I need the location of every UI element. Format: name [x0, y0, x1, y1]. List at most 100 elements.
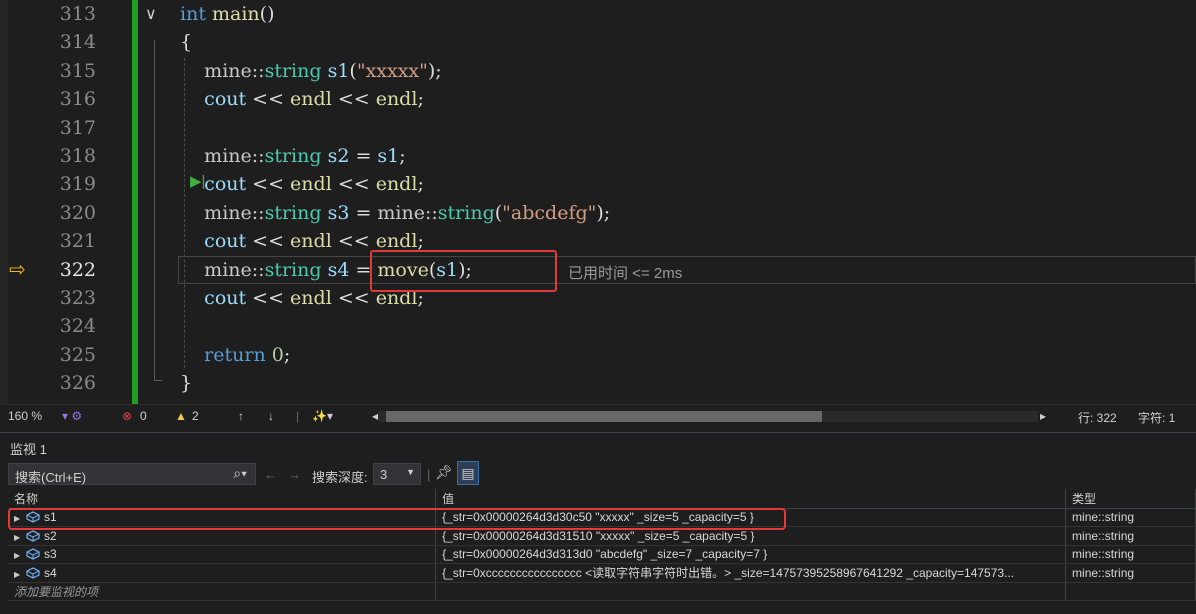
code-token: mine:: [377, 201, 438, 224]
separator: | [427, 467, 431, 482]
line-number[interactable]: 325 [40, 341, 96, 369]
code-text[interactable]: { [180, 28, 192, 56]
next-issue-icon[interactable]: ↓ [268, 409, 274, 423]
code-text[interactable]: mine::string s3 = mine::string("abcdefg"… [180, 199, 610, 227]
line-number[interactable]: 315 [40, 57, 96, 85]
search-depth-label: 搜索深度: [312, 470, 368, 485]
code-line[interactable]: 315 mine::string s1("xxxxx"); [0, 57, 1196, 85]
line-number[interactable]: 322 [40, 256, 96, 284]
watch-value-cell[interactable]: {_str=0xcccccccccccccccc <读取字符串字符时出错。> _… [435, 563, 1067, 583]
code-line[interactable]: 320 mine::string s3 = mine::string("abcd… [0, 199, 1196, 227]
forward-arrow-icon[interactable]: → [288, 467, 301, 482]
prev-issue-icon[interactable]: ↑ [238, 409, 244, 423]
panel-title[interactable]: 监视 1 [10, 439, 47, 458]
watch-name-cell[interactable]: ▶ s3 [8, 545, 437, 564]
zoom-dropdown-icon[interactable]: ▾ ⚙ [62, 409, 82, 423]
code-line[interactable]: 324 [0, 312, 1196, 340]
code-token: string [264, 201, 322, 224]
code-text[interactable]: mine::string s2 = s1; [180, 142, 405, 170]
line-number[interactable]: 317 [40, 114, 96, 142]
add-watch-row[interactable]: 添加要监视的项 [8, 582, 1196, 601]
code-line[interactable]: 313 int main() [0, 0, 1196, 28]
code-editor[interactable]: ∨ ⇨ ▶| 313 int main() 314{315 mine::string… [0, 0, 1196, 404]
search-depth-select[interactable]: 3 ▼ [373, 463, 421, 485]
perf-tip[interactable]: 已用时间 <= 2ms [568, 262, 682, 283]
line-number[interactable]: 320 [40, 199, 96, 227]
back-arrow-icon[interactable]: ← [264, 467, 277, 482]
table-row[interactable]: ▶ s3 {_str=0x00000264d3d313d0 "abcdefg" _s… [8, 545, 1196, 564]
watch-panel: 监视 1 搜索(Ctrl+E) ⌕▾ ← → 搜索深度: 3 ▼ | 📌︎ ▤ … [0, 432, 1196, 614]
code-token: endl [375, 88, 418, 111]
row-annotation-box [8, 508, 786, 530]
view-format-icon[interactable]: ▤ [457, 461, 479, 485]
code-token: << [331, 287, 376, 309]
line-indicator[interactable]: 行: 322 [1078, 409, 1117, 426]
line-number[interactable]: 321 [40, 227, 96, 255]
horizontal-scrollbar-thumb[interactable] [386, 411, 822, 422]
watch-name-cell[interactable]: ▶ s4 [8, 563, 437, 583]
code-text[interactable]: int main() [180, 0, 275, 28]
code-line[interactable]: 317 [0, 114, 1196, 142]
code-token: ; [283, 343, 291, 366]
zoom-level[interactable]: 160 % [8, 409, 42, 423]
code-text[interactable]: cout << endl << endl; [180, 85, 424, 113]
cleanup-icon[interactable]: ✨▾ [312, 409, 333, 423]
code-token: string [264, 59, 322, 82]
code-token: "abcdefg" [502, 201, 597, 224]
watch-name: s2 [44, 528, 57, 543]
table-row[interactable]: ▶ s4 {_str=0xcccccccccccccccc <读取字符串字符时出错。… [8, 563, 1196, 583]
code-line[interactable]: 314 { [0, 28, 1196, 56]
scroll-right-icon[interactable]: ▸ [1040, 409, 1046, 423]
object-icon [26, 529, 44, 543]
char-indicator[interactable]: 字符: 1 [1138, 409, 1175, 426]
line-number[interactable]: 323 [40, 284, 96, 312]
code-line[interactable]: 323 cout << endl << endl; [0, 284, 1196, 312]
search-input[interactable]: 搜索(Ctrl+E) ⌕▾ [8, 463, 256, 485]
code-text[interactable]: mine::string s1("xxxxx"); [180, 57, 442, 85]
watch-name: s3 [44, 547, 57, 562]
code-token: s4 [327, 258, 350, 281]
code-line[interactable]: 316 cout << endl << endl; [0, 85, 1196, 113]
column-header-value[interactable]: 值 [435, 489, 1067, 509]
code-line[interactable]: 325 return 0; [0, 341, 1196, 369]
warning-count[interactable]: 2 [192, 409, 199, 423]
line-number[interactable]: 318 [40, 142, 96, 170]
editor-status-strip: 160 % ▾ ⚙ ⊗ 0 ▲ 2 ↑ ↓ | ✨▾ ◂ ▸ 行: 322 字符… [0, 404, 1196, 428]
line-number[interactable]: 316 [40, 85, 96, 113]
column-header-type[interactable]: 类型 [1065, 489, 1196, 509]
code-text[interactable]: } [180, 369, 192, 397]
expand-triangle-icon[interactable]: ▶ [14, 551, 26, 560]
code-token: mine:: [204, 145, 265, 167]
watch-table: 名称 值 类型 ▶ s1 {_str=0x00000264d3d30c50 "xxx… [8, 489, 1196, 601]
code-token: endl [290, 88, 332, 111]
expand-triangle-icon[interactable]: ▶ [14, 533, 26, 542]
line-number[interactable]: 319 [40, 170, 96, 198]
code-text[interactable]: cout << endl << endl; [180, 170, 424, 198]
search-icon[interactable]: ⌕▾ [233, 465, 247, 482]
code-line[interactable]: 321 cout << endl << endl; [0, 227, 1196, 255]
code-text[interactable]: return 0; [180, 341, 290, 369]
pin-icon[interactable]: 📌︎ [433, 461, 455, 485]
watch-type-cell: mine::string [1065, 563, 1196, 583]
watch-name: s4 [44, 565, 57, 580]
code-token: << [246, 88, 291, 111]
line-number[interactable]: 314 [40, 28, 96, 56]
code-line[interactable]: 326} [0, 369, 1196, 397]
column-header-name[interactable]: 名称 [8, 489, 437, 509]
line-number[interactable]: 326 [40, 369, 96, 397]
watch-type-cell: mine::string [1065, 545, 1196, 564]
expand-triangle-icon[interactable]: ▶ [14, 570, 26, 579]
code-line[interactable]: 319 cout << endl << endl; [0, 170, 1196, 198]
code-line[interactable]: 318 mine::string s2 = s1; [0, 142, 1196, 170]
line-number[interactable]: 313 [40, 0, 96, 28]
watch-value-cell[interactable]: {_str=0x00000264d3d313d0 "abcdefg" _size… [435, 545, 1067, 564]
error-icon[interactable]: ⊗ [122, 409, 132, 423]
code-token: << [331, 230, 376, 253]
warning-icon[interactable]: ▲ [175, 409, 187, 423]
error-count[interactable]: 0 [140, 409, 147, 423]
line-number[interactable]: 324 [40, 312, 96, 340]
add-watch-item[interactable]: 添加要监视的项 [8, 582, 437, 601]
code-token: s3 [327, 201, 350, 224]
